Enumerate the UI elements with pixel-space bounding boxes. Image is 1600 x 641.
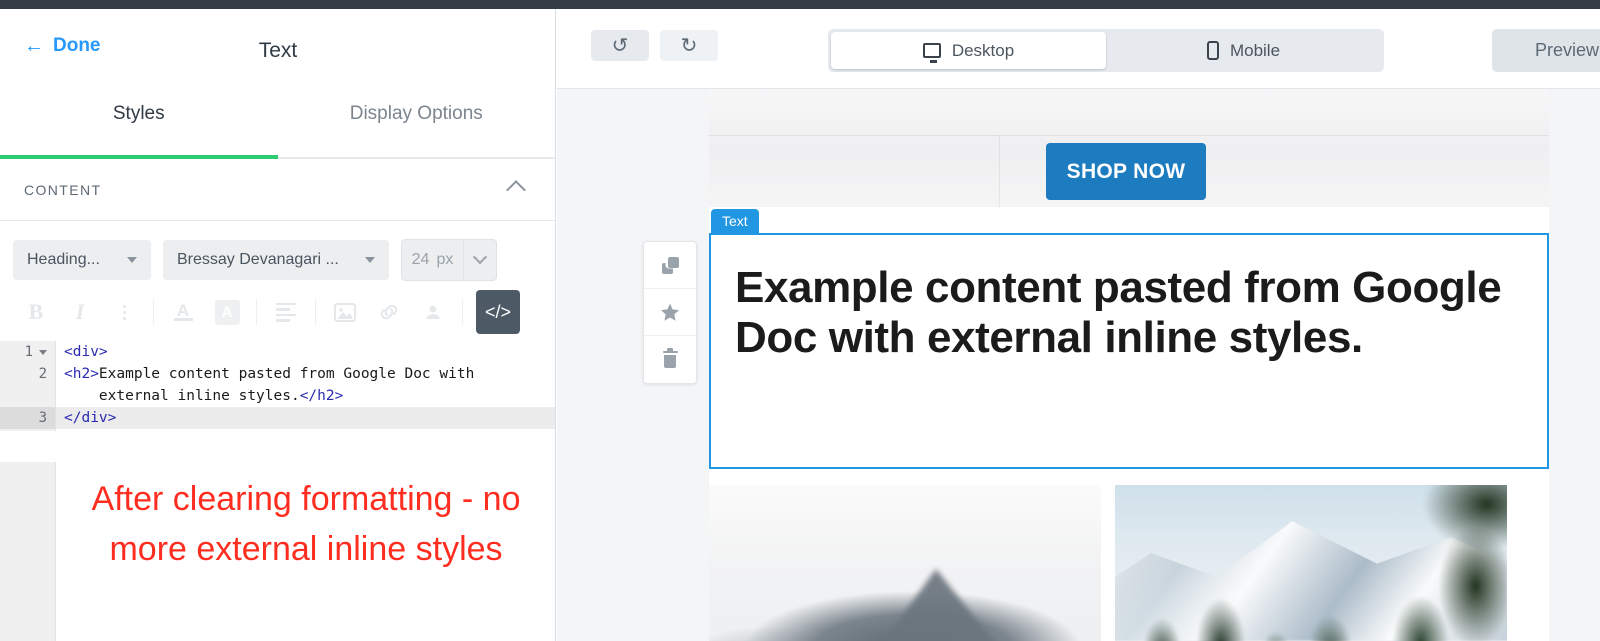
shop-now-label: SHOP NOW (1066, 159, 1186, 183)
monitor-icon (922, 43, 941, 63)
block-action-toolbar (643, 241, 697, 384)
text-controls-row: Heading... Bressay Devanagari ... 24 px (0, 221, 555, 281)
align-icon[interactable] (264, 295, 308, 329)
code-token: <h2> (64, 366, 99, 382)
app-top-bar (0, 0, 1600, 9)
code-token: </h2> (299, 388, 344, 404)
toolbar-divider (315, 299, 316, 325)
heading-style-select[interactable]: Heading... (13, 240, 151, 280)
redo-icon[interactable]: ↻ (660, 30, 718, 61)
chevron-down-icon (127, 257, 137, 263)
tab-display-options[interactable]: Display Options (278, 95, 556, 157)
code-line: </div> (56, 407, 555, 429)
tab-styles[interactable]: Styles (0, 95, 278, 159)
heading-style-value: Heading... (27, 251, 100, 268)
code-token: <div> (64, 344, 108, 360)
image-row (709, 469, 1549, 641)
editor-app: ← Done Text Styles Display Options CONTE… (0, 0, 1600, 641)
line-number: 3 (38, 410, 47, 426)
preview-button[interactable]: Preview (1492, 29, 1600, 72)
page-title: Text (258, 39, 298, 62)
gutter-line (0, 385, 55, 407)
block-type-badge: Text (711, 209, 759, 234)
code-token: </div> (64, 410, 117, 426)
content-section-header[interactable]: CONTENT (0, 159, 555, 221)
font-size-unit: px (436, 251, 454, 268)
code-fold-icon[interactable] (39, 349, 47, 355)
selected-text-block-wrapper: Text Example content pasted from Google … (643, 209, 1549, 469)
code-token: Example content pasted from Google Doc w… (98, 366, 475, 382)
annotation-text: After clearing formatting - no more exte… (91, 480, 521, 568)
tab-display-options-label: Display Options (349, 103, 483, 124)
format-toolbar: B I A A </> (0, 281, 555, 339)
gutter-line: 1 (0, 341, 55, 363)
gutter-line: 3 (0, 407, 55, 429)
editor-gutter: 1 2 3 (0, 341, 56, 431)
code-view-icon[interactable]: </> (476, 290, 520, 334)
merge-tag-icon[interactable] (411, 295, 455, 329)
panel-tabs: Styles Display Options (0, 95, 555, 159)
editor-code-area[interactable]: <div> <h2> Example content pasted from Go… (56, 341, 555, 431)
email-canvas: SHOP NOW Text Example content pasted fro… (557, 89, 1600, 641)
phone-icon (1206, 41, 1219, 60)
font-family-select[interactable]: Bressay Devanagari ... (163, 240, 389, 280)
text-settings-panel: ← Done Text Styles Display Options CONTE… (0, 9, 556, 641)
device-mobile-button[interactable]: Mobile (1106, 32, 1381, 69)
builder-toolbar: ↺ ↻ Desktop Mobile Preview (557, 9, 1600, 89)
highlight-color-icon[interactable]: A (205, 295, 249, 329)
italic-icon[interactable]: I (58, 295, 102, 329)
undo-icon[interactable]: ↺ (591, 30, 649, 61)
code-token: external inline styles. (64, 388, 300, 404)
code-line: external inline styles. </h2> (56, 385, 555, 407)
font-size-value: 24 (411, 251, 430, 268)
link-icon[interactable] (367, 295, 411, 329)
panel-header: ← Done Text (0, 9, 555, 95)
delete-trash-icon[interactable] (644, 336, 696, 383)
device-desktop-button[interactable]: Desktop (831, 32, 1106, 69)
font-size-dropdown-button[interactable] (463, 240, 496, 280)
text-content-block[interactable]: Text Example content pasted from Google … (643, 209, 1549, 469)
code-line: <h2> Example content pasted from Google D… (56, 363, 555, 385)
font-size-value-group[interactable]: 24 px (402, 240, 463, 280)
toolbar-divider (153, 299, 154, 325)
text-color-icon[interactable]: A (161, 295, 205, 329)
preview-button-label: Preview (1534, 40, 1600, 60)
email-page: SHOP NOW Text Example content pasted fro… (643, 89, 1549, 641)
favorite-star-icon[interactable] (644, 289, 696, 336)
more-options-icon[interactable] (102, 295, 146, 329)
device-desktop-label: Desktop (951, 40, 1015, 60)
html-code-editor[interactable]: 1 2 3 <div> <h2> Example content pasted … (0, 341, 555, 431)
device-mobile-label: Mobile (1229, 40, 1281, 60)
mountain-photo-left[interactable] (709, 485, 1101, 641)
line-number: 1 (24, 344, 33, 360)
content-section-label: CONTENT (24, 181, 102, 198)
block-headline: Example content pasted from Google Doc w… (735, 263, 1502, 362)
branch-shape (1358, 485, 1507, 592)
chevron-down-icon (365, 257, 375, 263)
gutter-line: 2 (0, 363, 55, 385)
hero-banner: SHOP NOW (709, 89, 1549, 207)
code-view-glyph: </> (484, 301, 512, 322)
chevron-up-icon[interactable] (506, 180, 526, 200)
device-toggle: Desktop Mobile (828, 29, 1384, 72)
duplicate-icon[interactable] (644, 242, 696, 289)
image-icon[interactable] (323, 295, 367, 329)
toolbar-divider (256, 299, 257, 325)
font-family-value: Bressay Devanagari ... (177, 251, 339, 268)
code-line: <div> (56, 341, 555, 363)
shop-now-button[interactable]: SHOP NOW (1046, 143, 1206, 200)
chevron-down-icon (472, 250, 488, 265)
editor-gutter-continuation (0, 462, 56, 641)
toolbar-divider (462, 299, 463, 325)
mountain-photo-right[interactable] (1115, 485, 1507, 641)
bold-icon[interactable]: B (14, 295, 58, 329)
tab-styles-label: Styles (112, 103, 165, 124)
builder-area: ↺ ↻ Desktop Mobile Preview SHOP NOW Text… (557, 9, 1600, 641)
line-number: 2 (38, 366, 47, 382)
font-size-stepper[interactable]: 24 px (401, 239, 497, 281)
